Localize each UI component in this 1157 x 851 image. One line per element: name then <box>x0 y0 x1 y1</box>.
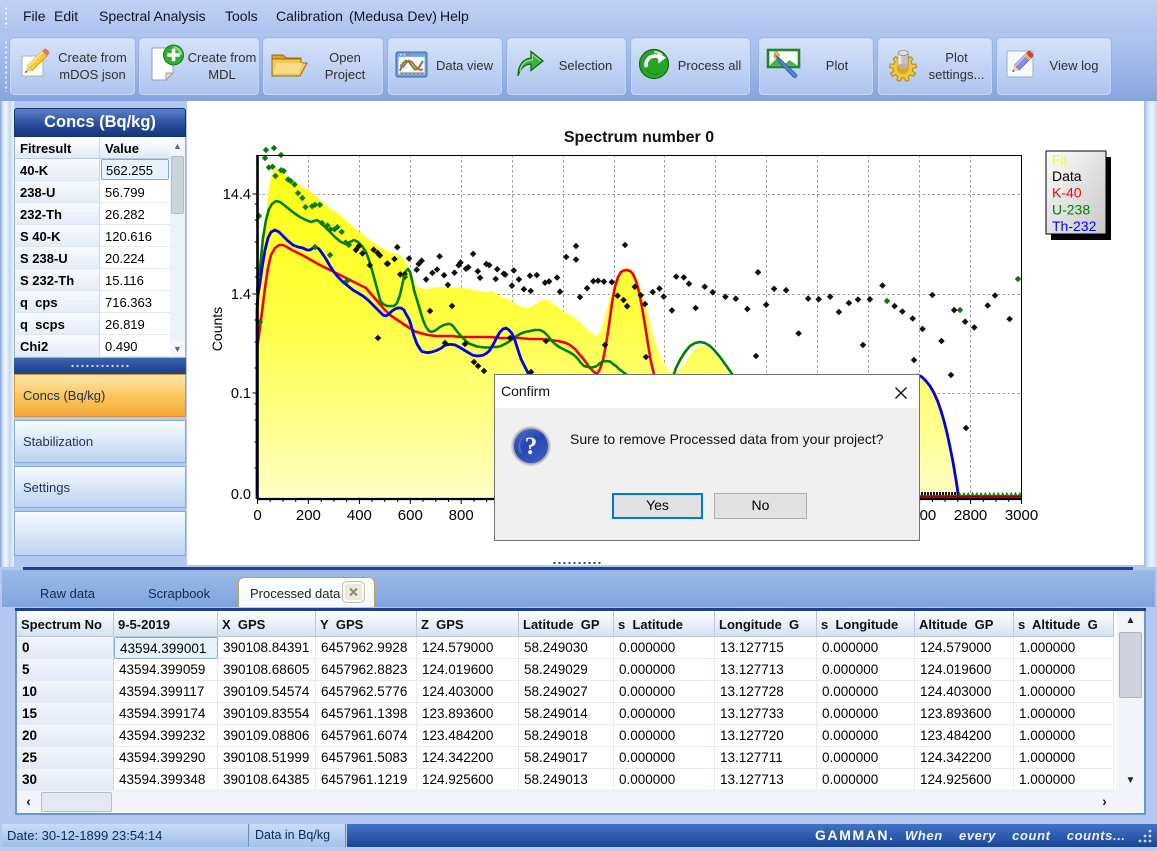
svg-text:Spectrum number 0: Spectrum number 0 <box>564 129 714 146</box>
svg-text:Counts: Counts <box>209 307 225 351</box>
svg-text:U-238: U-238 <box>1052 201 1090 217</box>
svg-text:14.4: 14.4 <box>223 187 251 203</box>
svg-text:Data: Data <box>1052 168 1082 184</box>
svg-text:2800: 2800 <box>954 507 987 524</box>
svg-text:3000: 3000 <box>1005 507 1038 524</box>
svg-text:Th-232: Th-232 <box>1052 218 1097 234</box>
svg-text:K-40: K-40 <box>1052 185 1082 201</box>
svg-text:Fit: Fit <box>1052 152 1068 168</box>
svg-text:0: 0 <box>253 507 261 524</box>
svg-text:1.4: 1.4 <box>231 287 251 303</box>
svg-text:800: 800 <box>449 507 474 524</box>
svg-text:400: 400 <box>347 507 372 524</box>
svg-text:0.1: 0.1 <box>231 386 251 402</box>
svg-text:600: 600 <box>398 507 423 524</box>
svg-text:200: 200 <box>296 507 321 524</box>
svg-text:?: ? <box>525 433 538 460</box>
svg-text:0.0: 0.0 <box>231 487 251 503</box>
